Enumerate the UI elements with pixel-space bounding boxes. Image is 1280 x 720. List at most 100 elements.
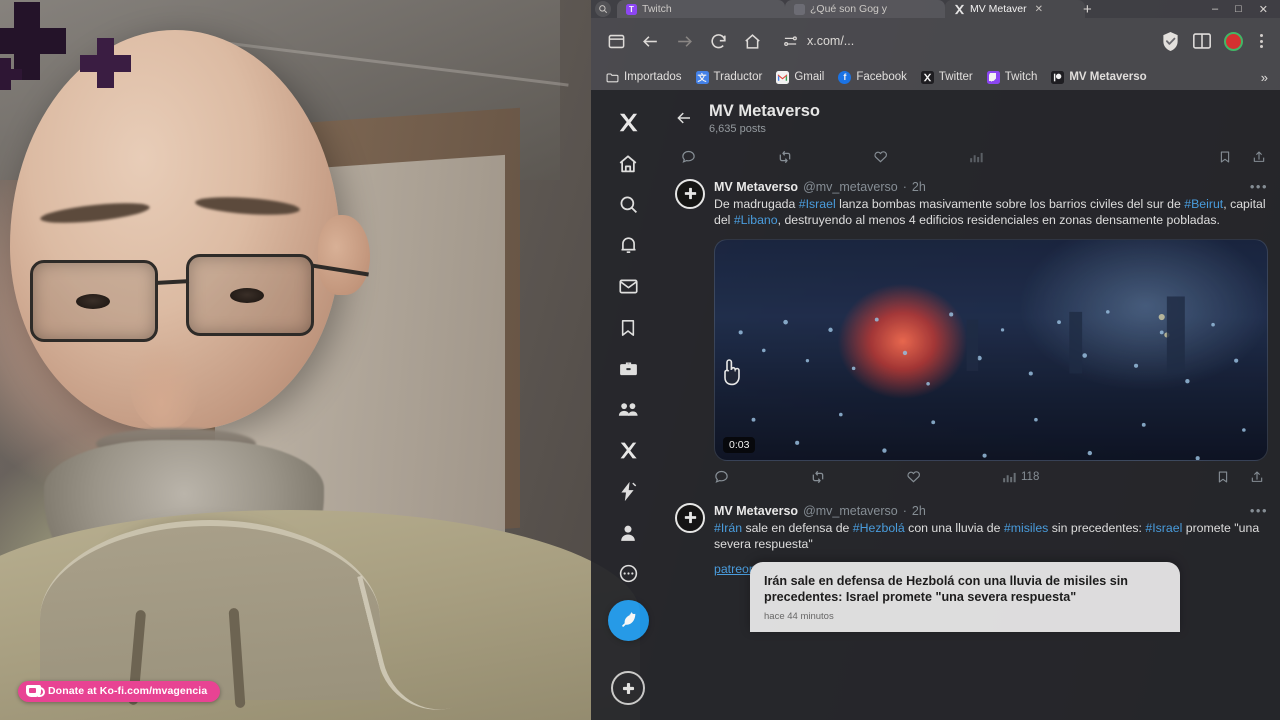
mv-logo-avatar[interactable] — [675, 178, 705, 209]
shield-check-icon[interactable] — [1161, 31, 1180, 52]
new-tab-button[interactable]: + — [1083, 0, 1092, 18]
bookmark-twitter[interactable]: Twitter — [914, 69, 980, 86]
more-dots-icon[interactable]: ••• — [1250, 503, 1268, 518]
maximize-button[interactable]: □ — [1235, 3, 1242, 15]
views-counter[interactable]: 118 — [1002, 470, 1216, 484]
bookmark-label: Twitch — [1004, 71, 1038, 83]
kofi-donate-banner[interactable]: Donate at Ko-fi.com/mvagencia — [18, 681, 221, 702]
site-settings-icon[interactable] — [783, 34, 798, 49]
sidebar-item-jobs[interactable] — [608, 348, 648, 389]
tweet-timestamp[interactable]: 2h — [912, 504, 926, 518]
x-sidebar — [591, 90, 665, 720]
record-dot-icon[interactable] — [1224, 31, 1243, 51]
screen: Donate at Ko-fi.com/mvagencia T Twitch ¿… — [0, 0, 1280, 720]
heart-icon[interactable] — [906, 469, 1002, 484]
bookmarks-overflow-icon[interactable]: » — [1261, 70, 1272, 85]
tab-search-icon[interactable] — [595, 1, 611, 17]
video-duration: 0:03 — [723, 436, 756, 453]
sidebar-item-explore[interactable] — [608, 184, 648, 225]
bookmark-importados[interactable]: Importados — [599, 69, 689, 86]
bookmarks-bar: Importados 文 Traductor Gmail f Facebook … — [591, 64, 1280, 90]
kofi-cup-icon — [26, 685, 45, 697]
hashtag[interactable]: #Libano — [734, 213, 778, 227]
sidebar-item-communities[interactable] — [608, 389, 648, 430]
tab-close-icon[interactable]: ✕ — [1035, 4, 1043, 15]
account-plus-icon[interactable] — [611, 671, 645, 705]
forward-arrow-icon — [667, 24, 701, 58]
x-icon — [954, 4, 965, 15]
reload-icon[interactable] — [701, 24, 735, 58]
kebab-menu-icon[interactable] — [1255, 34, 1268, 48]
folder-icon — [606, 71, 619, 84]
bookmark-label: Importados — [624, 71, 682, 83]
views-bars-icon[interactable] — [969, 150, 1218, 164]
hashtag[interactable]: #Hezbolá — [853, 521, 905, 535]
bookmark-label: MV Metaverso — [1069, 71, 1147, 83]
split-view-icon[interactable] — [1192, 32, 1212, 50]
bookmark-gmail[interactable]: Gmail — [769, 69, 831, 86]
hashtag[interactable]: #Beirut — [1184, 197, 1223, 211]
posts-count: 6,635 posts — [709, 122, 766, 135]
close-window-button[interactable]: ✕ — [1259, 3, 1268, 16]
bookmark-twitch[interactable]: Twitch — [980, 69, 1045, 86]
tab-gog[interactable]: ¿Qué son Gog y — [785, 0, 945, 18]
tab-mv-metaverso[interactable]: MV Metaver ✕ — [945, 0, 1085, 18]
hashtag[interactable]: #Israel — [799, 197, 836, 211]
tweet-item[interactable]: MV Metaverso @mv_metaverso · 2h ••• De m… — [665, 173, 1280, 491]
tweet-timestamp[interactable]: 2h — [912, 180, 926, 194]
retweet-icon[interactable] — [777, 149, 873, 165]
tweet-author-name[interactable]: MV Metaverso — [714, 180, 798, 194]
sidebar-item-grok[interactable] — [608, 471, 648, 512]
bookmark-label: Facebook — [856, 71, 907, 83]
browser-window: T Twitch ¿Qué son Gog y MV Metaver ✕ + – — [591, 0, 1280, 720]
bookmark-mv-metaverso[interactable]: MV Metaverso — [1044, 69, 1153, 86]
bookmark-icon[interactable] — [1218, 150, 1232, 164]
more-dots-icon[interactable]: ••• — [1250, 179, 1268, 194]
minimize-button[interactable]: – — [1212, 3, 1218, 15]
tab-label: ¿Qué son Gog y — [810, 3, 888, 15]
share-icon[interactable] — [1252, 150, 1266, 164]
tweet-author-handle[interactable]: @mv_metaverso — [803, 180, 898, 194]
twitch-icon — [986, 70, 1000, 84]
heart-icon[interactable] — [873, 149, 969, 164]
text-run: De madrugada — [714, 196, 799, 211]
bookmark-traductor[interactable]: 文 Traductor — [689, 69, 770, 86]
url-text: x.com/... — [807, 34, 855, 48]
sidebar-item-x-logo[interactable] — [608, 102, 648, 143]
reply-icon[interactable] — [681, 149, 777, 164]
sidebar-item-more[interactable] — [608, 553, 648, 594]
tweet-author-name[interactable]: MV Metaverso — [714, 504, 798, 518]
toolbar-actions — [1161, 31, 1272, 52]
home-icon[interactable] — [735, 24, 769, 58]
link-preview-subtitle: hace 44 minutos — [764, 610, 834, 622]
tweet-video[interactable]: 0:03 — [714, 238, 1268, 461]
tweet-author-handle[interactable]: @mv_metaverso — [803, 504, 898, 518]
sidebar-item-notifications[interactable] — [608, 225, 648, 266]
sidebar-item-premium[interactable] — [608, 430, 648, 471]
back-arrow-icon[interactable] — [633, 24, 667, 58]
address-bar[interactable]: x.com/... — [775, 27, 1161, 55]
tab-label: MV Metaver — [970, 3, 1027, 15]
browser-toolbar: x.com/... — [591, 18, 1280, 64]
hashtag[interactable]: #Israel — [1145, 521, 1182, 535]
tab-twitch[interactable]: T Twitch — [617, 0, 785, 18]
share-icon[interactable] — [1250, 470, 1264, 484]
hashtag[interactable]: #Irán — [714, 521, 742, 535]
sidebar-item-profile[interactable] — [608, 512, 648, 553]
sidebar-item-bookmarks[interactable] — [608, 307, 648, 348]
compose-post-button[interactable] — [607, 600, 649, 641]
hashtag[interactable]: #misiles — [1004, 521, 1048, 535]
sidebar-panel-icon[interactable] — [599, 24, 633, 58]
bookmark-icon[interactable] — [1216, 470, 1230, 484]
retweet-icon[interactable] — [810, 469, 906, 485]
back-arrow-icon[interactable] — [675, 109, 693, 127]
sidebar-item-home[interactable] — [608, 143, 648, 184]
reply-icon[interactable] — [714, 469, 810, 484]
link-preview-card[interactable]: Irán sale en defensa de Hezbolá con una … — [750, 562, 1180, 632]
bookmark-facebook[interactable]: f Facebook — [831, 69, 914, 86]
twitch-icon: T — [626, 3, 637, 15]
sidebar-item-messages[interactable] — [608, 266, 648, 307]
mv-logo-avatar[interactable] — [675, 502, 705, 533]
eye-left — [76, 294, 110, 309]
tweet-text: #Irán sale en defensa de #Hezbolá con un… — [714, 520, 1268, 553]
